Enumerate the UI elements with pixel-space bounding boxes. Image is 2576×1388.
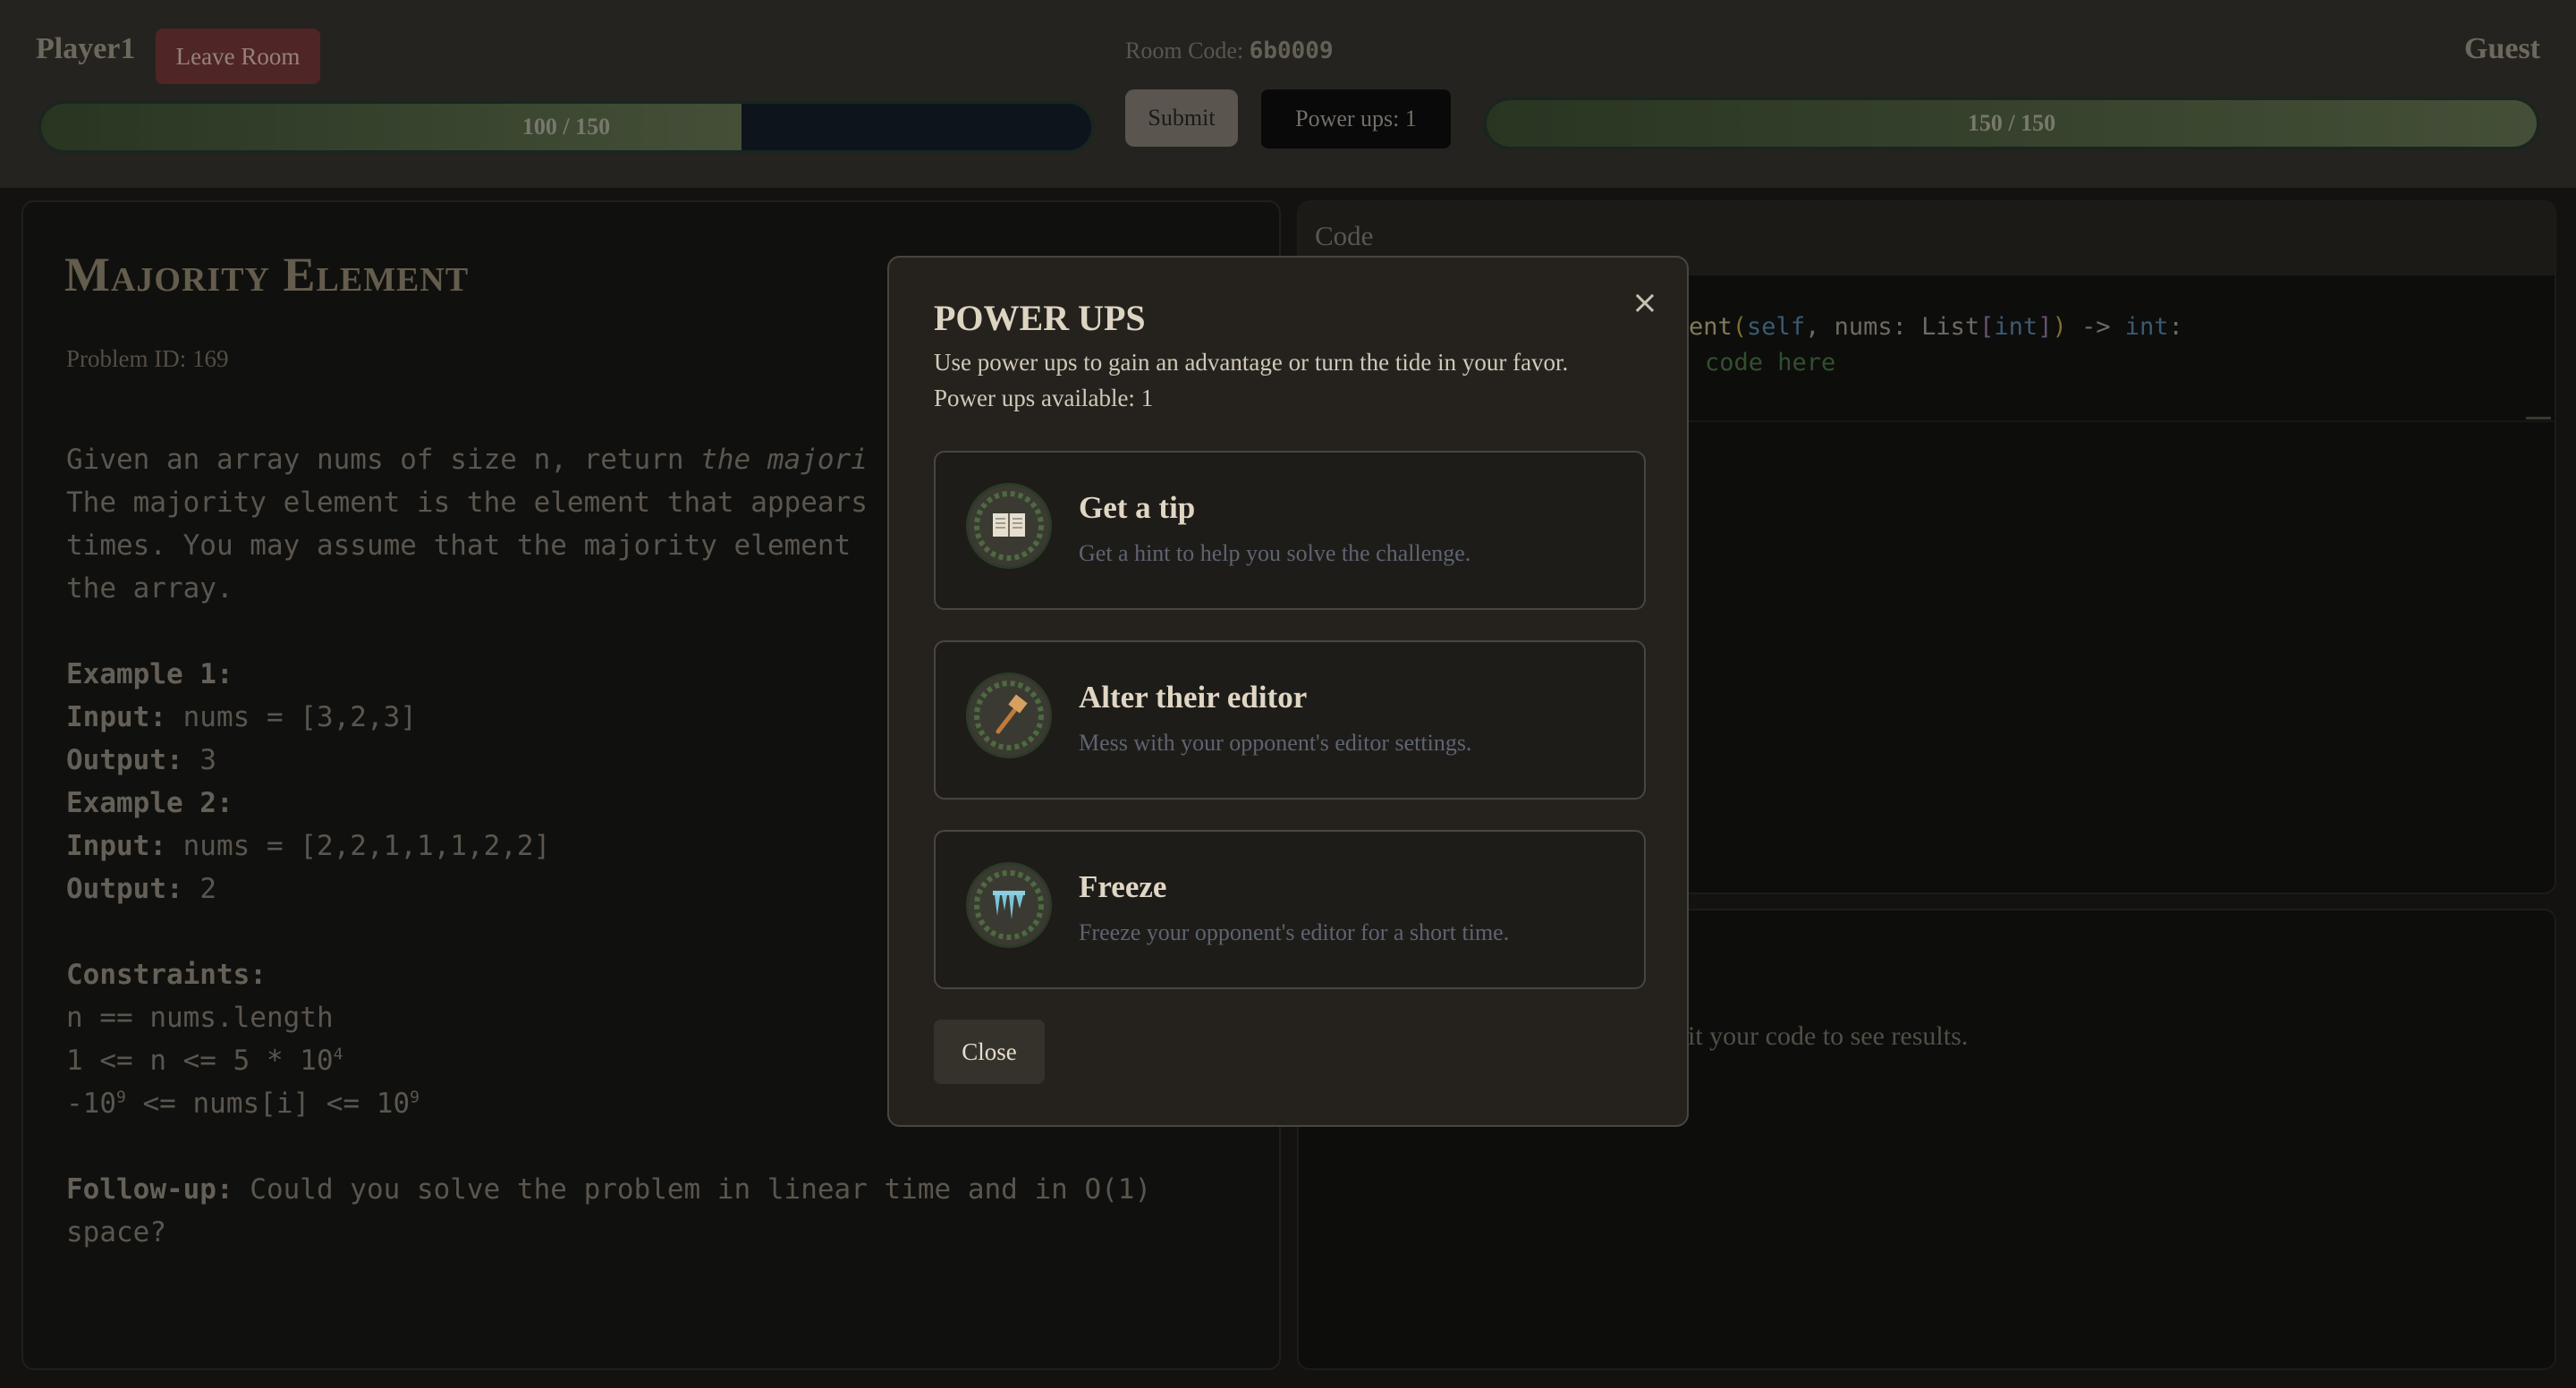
hammer-icon — [966, 673, 1052, 758]
power-up-alter-their-editor[interactable]: Alter their editor Mess with your oppone… — [934, 640, 1646, 800]
close-icon[interactable]: × — [1631, 284, 1658, 321]
power-up-get-a-tip[interactable]: Get a tip Get a hint to help you solve t… — [934, 451, 1646, 610]
power-ups-available: Power ups available: 1 — [934, 385, 1154, 411]
close-button[interactable]: Close — [934, 1020, 1045, 1084]
power-up-name: Alter their editor — [1079, 680, 1308, 715]
icicle-icon — [966, 862, 1052, 948]
modal-description: Use power ups to gain an advantage or tu… — [934, 349, 1569, 376]
book-icon — [966, 483, 1052, 569]
power-ups-modal: × POWER UPS Use power ups to gain an adv… — [887, 256, 1689, 1127]
power-up-description: Get a hint to help you solve the challen… — [1079, 540, 1471, 566]
power-up-description: Mess with your opponent's editor setting… — [1079, 730, 1472, 756]
power-up-name: Freeze — [1079, 869, 1167, 904]
modal-title: POWER UPS — [934, 298, 1146, 338]
power-up-description: Freeze your opponent's editor for a shor… — [1079, 919, 1510, 945]
power-up-freeze[interactable]: Freeze Freeze your opponent's editor for… — [934, 830, 1646, 989]
power-up-name: Get a tip — [1079, 490, 1196, 525]
